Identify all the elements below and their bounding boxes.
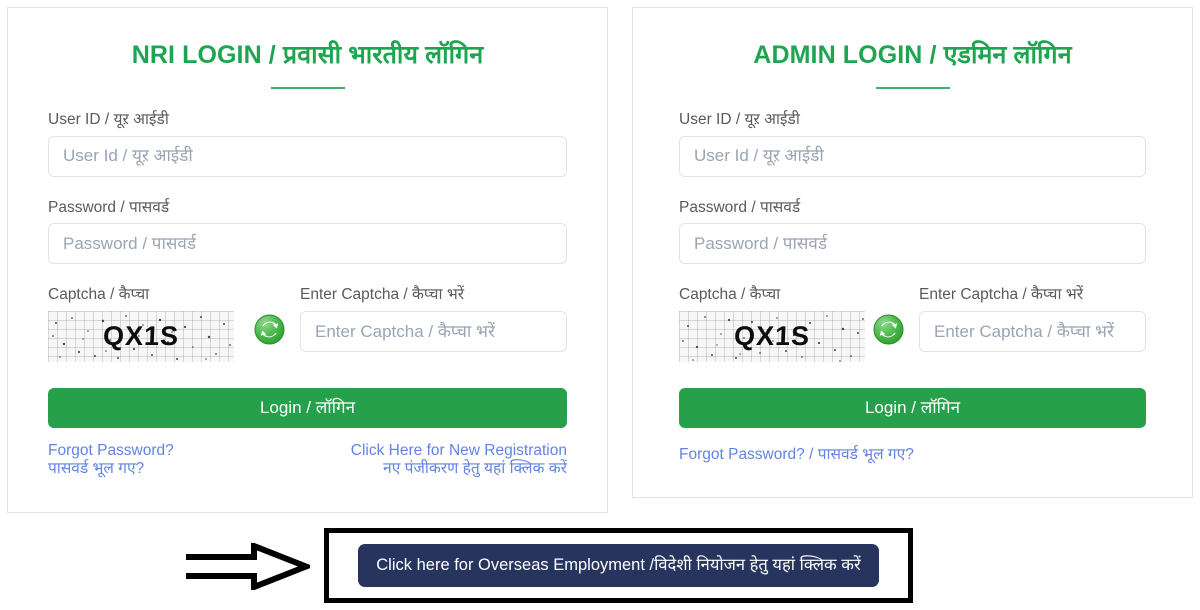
nri-enter-captcha-group: Enter Captcha / कैप्चा भरें xyxy=(300,286,567,353)
nri-forgot-password-line1: Forgot Password? xyxy=(48,442,174,460)
nri-new-registration-link[interactable]: Click Here for New Registration नए पंजीक… xyxy=(351,442,567,479)
nri-title-divider xyxy=(270,87,345,90)
admin-enter-captcha-group: Enter Captcha / कैप्चा भरें xyxy=(919,286,1146,353)
page-root: NRI LOGIN / प्रवासी भारतीय लॉगिन User ID… xyxy=(0,0,1200,610)
admin-enter-captcha-label: Enter Captcha / कैप्चा भरें xyxy=(919,286,1084,304)
nri-new-registration-line1: Click Here for New Registration xyxy=(350,442,567,460)
admin-login-card: ADMIN LOGIN / एडमिन लॉगिन User ID / यूऱ… xyxy=(632,7,1193,498)
admin-enter-captcha-input[interactable] xyxy=(919,311,1146,353)
nri-captcha-text: QX1S xyxy=(102,321,180,352)
overseas-employment-highlight-box: Click here for Overseas Employment /विदे… xyxy=(324,528,913,603)
nri-links-row: Forgot Password? पासवर्ड भूल गए? Click H… xyxy=(48,442,567,479)
nri-password-input[interactable] xyxy=(48,223,567,265)
admin-refresh-captcha-button[interactable] xyxy=(857,286,919,345)
refresh-icon[interactable] xyxy=(253,314,285,345)
admin-login-button[interactable]: Login / लॉगिन xyxy=(679,388,1146,429)
nri-login-card: NRI LOGIN / प्रवासी भारतीय लॉगिन User ID… xyxy=(7,7,608,513)
admin-title-divider xyxy=(875,87,950,90)
nri-captcha-row: Captcha / कैप्चा QX1S Enter Captcha / कै… xyxy=(48,286,567,363)
admin-captcha-image: QX1S xyxy=(679,311,865,363)
nri-user-id-label: User ID / यूऱ आईडी xyxy=(48,111,169,129)
admin-captcha-label: Captcha / कैप्चा xyxy=(679,286,781,304)
admin-user-id-label: User ID / यूऱ आईडी xyxy=(679,111,800,129)
nri-new-registration-line2: नए पंजीकरण हेतु यहां क्लिक करें xyxy=(383,460,567,478)
nri-forgot-password-link[interactable]: Forgot Password? पासवर्ड भूल गए? xyxy=(48,442,174,479)
admin-captcha-text: QX1S xyxy=(733,321,811,352)
admin-captcha-row: Captcha / कैप्चा QX1S Enter Captcha / कै… xyxy=(679,286,1146,363)
nri-captcha-display-group: Captcha / कैप्चा QX1S xyxy=(48,286,238,363)
nri-panel-title: NRI LOGIN / प्रवासी भारतीय लॉगिन xyxy=(131,41,484,69)
nri-captcha-label: Captcha / कैप्चा xyxy=(48,286,150,304)
admin-password-label: Password / पासवर्ड xyxy=(679,198,801,216)
admin-user-id-input[interactable] xyxy=(679,135,1146,177)
admin-captcha-display-group: Captcha / कैप्चा QX1S xyxy=(679,286,865,363)
nri-password-label: Password / पासवर्ड xyxy=(48,198,170,216)
admin-panel-title: ADMIN LOGIN / एडमिन लॉगिन xyxy=(753,41,1072,69)
admin-links-row: Forgot Password? / पासवर्ड भूल गए? xyxy=(679,442,1146,464)
arrow-right-icon xyxy=(186,543,310,590)
nri-enter-captcha-input[interactable] xyxy=(300,311,567,353)
nri-login-button[interactable]: Login / लॉगिन xyxy=(48,388,567,429)
nri-captcha-image: QX1S xyxy=(48,311,234,363)
nri-refresh-captcha-button[interactable] xyxy=(238,286,300,345)
admin-forgot-password-link[interactable]: Forgot Password? / पासवर्ड भूल गए? xyxy=(679,442,1146,464)
admin-password-input[interactable] xyxy=(679,223,1146,265)
nri-enter-captcha-label: Enter Captcha / कैप्चा भरें xyxy=(300,286,465,304)
nri-user-id-input[interactable] xyxy=(48,135,567,177)
refresh-icon[interactable] xyxy=(872,314,904,345)
nri-forgot-password-line2: पासवर्ड भूल गए? xyxy=(48,460,145,478)
overseas-employment-button[interactable]: Click here for Overseas Employment /विदे… xyxy=(358,544,879,587)
